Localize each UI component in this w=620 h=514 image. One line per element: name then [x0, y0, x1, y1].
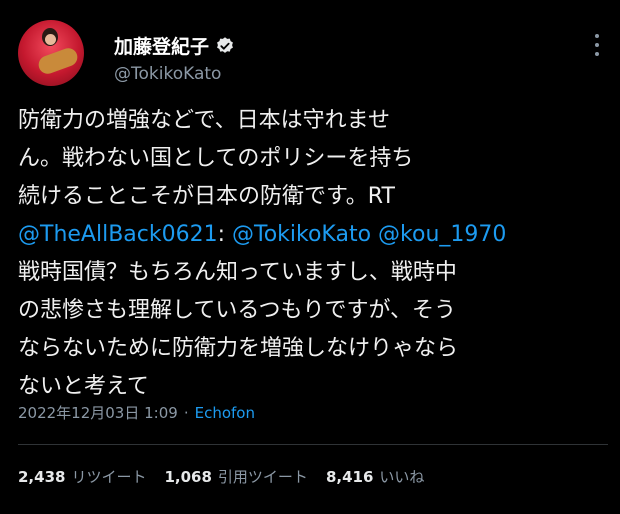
tweet-line-2: ん。戦わない国としてのポリシーを持ち — [18, 146, 414, 171]
colon-text: : — [217, 222, 232, 247]
verified-badge-icon — [217, 36, 233, 53]
space-text — [371, 222, 378, 247]
avatar-face — [45, 34, 56, 45]
retweets-count: 2,438 — [18, 467, 66, 486]
quotes-label: 引用ツイート — [217, 468, 308, 486]
likes-stat[interactable]: 8,416 いいね — [326, 466, 424, 487]
author-name-line: 加藤登紀子 — [114, 32, 235, 59]
retweets-label: リツイート — [71, 468, 147, 486]
likes-label: いいね — [379, 468, 425, 486]
tweet-line-5: 戦時国債？もちろん知っていますし、戦時中 — [18, 260, 457, 285]
more-options-icon[interactable] — [586, 30, 608, 60]
mention-link[interactable]: @TheAllBack0621 — [18, 222, 218, 247]
tweet-line-3: 続けることこそが日本の防衛です。RT — [18, 184, 395, 209]
tweet-line-6: の悲惨さも理解しているつもりですが、そう — [18, 298, 457, 323]
likes-count: 8,416 — [325, 467, 374, 486]
avatar-guitar — [36, 45, 80, 77]
mention-link[interactable]: @TokikoKato — [232, 222, 371, 247]
avatar[interactable] — [18, 20, 84, 86]
tweet-meta: 2022年12月03日 1:09 · Echofon — [18, 402, 255, 423]
tweet-header: 加藤登紀子 @TokikoKato — [18, 20, 608, 90]
quotes-stat[interactable]: 1,068 引用ツイート — [164, 466, 307, 487]
tweet-stats: 2,438 リツイート 1,068 引用ツイート 8,416 いいね — [18, 466, 442, 487]
tweet-line-7: ならないために防衛力を増強しなけりゃなら — [18, 336, 459, 361]
divider — [18, 444, 608, 445]
tweet-line-8: ないと考えて — [18, 374, 149, 399]
retweets-stat[interactable]: 2,438 リツイート — [18, 466, 146, 487]
author-handle[interactable]: @TokikoKato — [114, 64, 221, 84]
meta-separator: · — [183, 403, 189, 422]
source-link[interactable]: Echofon — [195, 404, 255, 422]
timestamp[interactable]: 2022年12月03日 1:09 — [18, 402, 178, 423]
mention-link[interactable]: @kou_1970 — [378, 222, 506, 247]
quotes-count: 1,068 — [164, 467, 212, 486]
tweet-line-1: 防衛力の増強などで、日本は守れませ — [18, 108, 391, 133]
tweet-text: 防衛力の増強などで、日本は守れませ ん。戦わない国としてのポリシーを持ち 続ける… — [18, 102, 608, 406]
author-name[interactable]: 加藤登紀子 — [114, 32, 209, 59]
